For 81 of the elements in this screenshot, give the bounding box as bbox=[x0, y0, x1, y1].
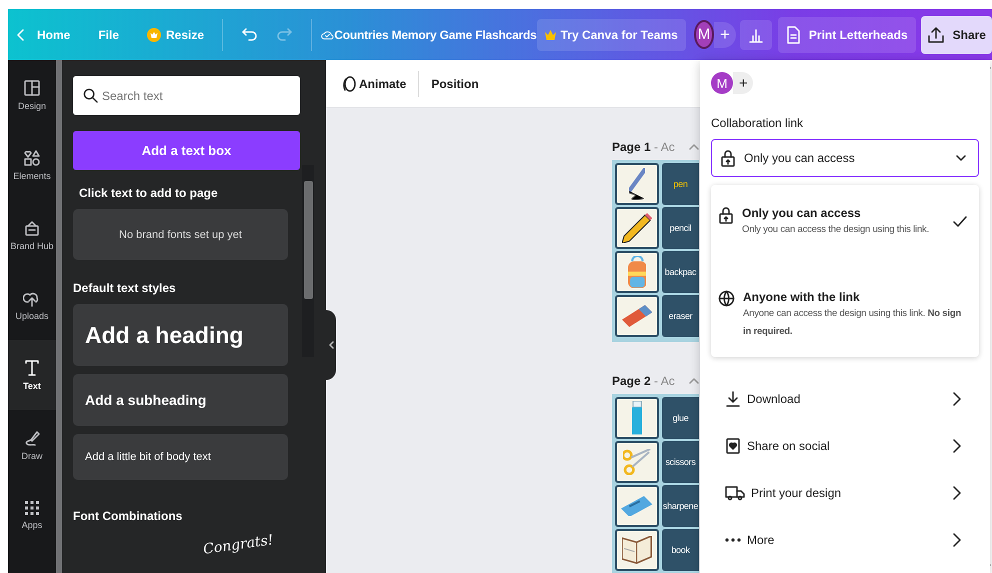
access-option[interactable]: Anyone with the link Anyone can access the design using this link. No sign in required. bbox=[711, 273, 979, 351]
search-field[interactable]: Search text bbox=[73, 76, 300, 115]
download-icon bbox=[725, 390, 741, 408]
lock-icon bbox=[718, 206, 734, 224]
scissors-icon bbox=[623, 449, 651, 475]
animate-icon bbox=[342, 76, 356, 92]
toolbar-button[interactable]: Position bbox=[425, 70, 485, 96]
back-icon bbox=[16, 28, 26, 42]
brand-kit-icon bbox=[23, 219, 41, 237]
share-menu-item[interactable]: Download bbox=[711, 375, 979, 422]
eraser-icon bbox=[622, 305, 652, 327]
pen-icon bbox=[23, 429, 41, 447]
brand-fonts-card: No brand fonts set up yet bbox=[73, 209, 288, 260]
layout-icon bbox=[23, 79, 41, 97]
design-title: Countries Memory Game Flashcards bbox=[334, 28, 537, 42]
crown-icon bbox=[147, 28, 162, 42]
access-option[interactable]: Only you can access Only you can access the design using this link. bbox=[711, 189, 979, 249]
chevron-right-icon bbox=[953, 438, 961, 452]
heart-card-icon bbox=[725, 436, 741, 454]
pencil-icon bbox=[622, 212, 652, 244]
flashcard-word[interactable]: pen bbox=[662, 163, 699, 205]
share-button[interactable]: Share bbox=[920, 16, 992, 54]
print-button[interactable]: Print Letterheads bbox=[778, 16, 916, 52]
chevron-right-icon bbox=[953, 392, 961, 406]
share-menu-item[interactable]: Print your design bbox=[711, 469, 979, 516]
share-menu-item[interactable]: More bbox=[711, 516, 979, 563]
redo-icon bbox=[274, 26, 293, 42]
section-heading: Click text to add to page bbox=[79, 186, 219, 200]
glue-icon bbox=[632, 401, 642, 435]
text-style-item[interactable]: Add a subheading bbox=[73, 374, 288, 426]
user-avatar[interactable]: M bbox=[694, 20, 714, 49]
add-people-button[interactable]: + bbox=[714, 22, 736, 48]
section-heading: Font Combinations bbox=[73, 509, 184, 523]
crown-icon bbox=[544, 30, 556, 40]
teams-button[interactable]: Try Canva for Teams bbox=[536, 18, 686, 50]
undo-icon bbox=[240, 26, 259, 42]
book-icon bbox=[622, 536, 652, 564]
text-style-item[interactable]: Add a heading bbox=[73, 304, 288, 366]
scrollbar[interactable] bbox=[302, 165, 314, 357]
text-icon bbox=[23, 359, 41, 377]
font-combination-sample[interactable]: Congrats! bbox=[202, 532, 274, 558]
flashcard-word[interactable]: sharpene bbox=[662, 485, 699, 527]
apps-grid-icon bbox=[24, 500, 40, 516]
chevron-left-icon bbox=[328, 341, 334, 349]
upload-icon bbox=[926, 26, 945, 44]
document-icon bbox=[786, 26, 800, 44]
add-people-button[interactable]: + bbox=[733, 72, 753, 94]
text-style-item[interactable]: Add a little bit of body text bbox=[73, 434, 288, 480]
flashcard-word[interactable]: eraser bbox=[662, 295, 699, 337]
collaboration-link-label: Collaboration link bbox=[711, 116, 804, 130]
user-avatar[interactable]: M bbox=[711, 72, 733, 94]
chevron-down-icon bbox=[956, 155, 966, 161]
access-dropdown[interactable]: Only you can access bbox=[711, 139, 979, 177]
lock-icon bbox=[720, 149, 736, 167]
share-menu-item[interactable]: Share on social bbox=[711, 422, 979, 469]
flashcard-word[interactable]: backpac bbox=[662, 251, 699, 293]
sharpener-icon bbox=[621, 496, 653, 516]
pen-icon bbox=[628, 168, 646, 200]
collapse-panel-handle[interactable] bbox=[326, 310, 336, 380]
animate-button[interactable]: Animate bbox=[336, 70, 412, 98]
flashcard-word[interactable]: pencil bbox=[662, 207, 699, 249]
collapse-icon bbox=[688, 377, 699, 385]
backpack-icon bbox=[628, 256, 646, 288]
globe-icon bbox=[718, 290, 735, 307]
shapes-icon bbox=[23, 149, 41, 167]
chevron-right-icon bbox=[953, 486, 961, 500]
section-heading: Default text styles bbox=[73, 281, 177, 295]
nav-item[interactable]: Text bbox=[8, 340, 56, 410]
search-icon bbox=[83, 88, 98, 103]
page-label: Page 1 - Ac bbox=[612, 140, 675, 154]
truck-icon bbox=[725, 484, 745, 500]
insights-button[interactable] bbox=[740, 20, 772, 50]
flashcard-word[interactable]: glue bbox=[662, 397, 699, 439]
more-icon bbox=[725, 538, 741, 542]
collapse-icon bbox=[688, 143, 699, 151]
flashcard-word[interactable]: book bbox=[662, 529, 699, 571]
flashcard-word[interactable]: scissors bbox=[662, 441, 699, 483]
chevron-right-icon bbox=[953, 532, 961, 546]
add-text-box-button[interactable]: Add a text box bbox=[73, 131, 300, 170]
page-label: Page 2 - Ac bbox=[612, 374, 675, 388]
bar-chart-icon bbox=[748, 26, 764, 42]
